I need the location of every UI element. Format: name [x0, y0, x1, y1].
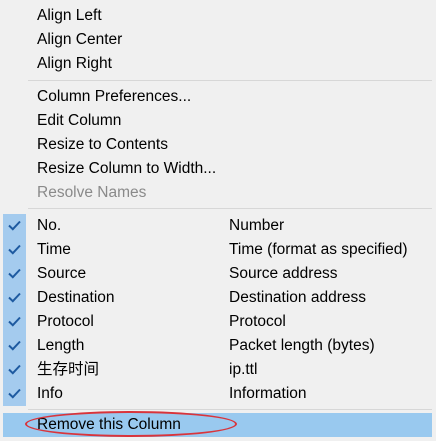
column-description: Destination address [229, 289, 366, 306]
checkmark-icon [3, 286, 26, 310]
column-toggle-info[interactable]: Info Information [0, 382, 432, 406]
column-toggle-ttl[interactable]: 生存时间 ip.ttl [0, 358, 432, 382]
menu-item-label: Edit Column [37, 112, 122, 129]
checkmark-icon [3, 238, 26, 262]
menu-item-resolve-names: Resolve Names [0, 181, 432, 205]
annotation-ring [25, 411, 237, 437]
column-name: 生存时间 [37, 361, 100, 378]
column-name: Protocol [37, 313, 94, 330]
column-context-menu: Align Left Align Center Align Right Colu… [0, 0, 436, 441]
column-toggle-destination[interactable]: Destination Destination address [0, 286, 432, 310]
column-name: Source [37, 265, 87, 282]
column-toggle-length[interactable]: Length Packet length (bytes) [0, 334, 432, 358]
menu-item-resize-column-to-width[interactable]: Resize Column to Width... [0, 157, 432, 181]
column-name: Info [37, 385, 63, 402]
column-name: Destination [37, 289, 115, 306]
menu-item-label: Column Preferences... [37, 88, 192, 105]
column-description: Source address [229, 265, 338, 282]
menu-separator [28, 409, 432, 410]
column-name: Length [37, 337, 85, 354]
checkmark-icon [3, 334, 26, 358]
column-toggle-time[interactable]: Time Time (format as specified) [0, 238, 432, 262]
menu-item-label: Align Left [37, 7, 102, 24]
menu-item-label: Resize to Contents [37, 136, 168, 153]
column-name: Time [37, 241, 71, 258]
menu-item-edit-column[interactable]: Edit Column [0, 109, 432, 133]
menu-item-resize-to-contents[interactable]: Resize to Contents [0, 133, 432, 157]
menu-item-align-right[interactable]: Align Right [0, 52, 432, 76]
checkmark-icon [3, 358, 26, 382]
column-description: Number [229, 217, 285, 234]
column-name: No. [37, 217, 62, 234]
menu-separator [28, 208, 432, 209]
column-toggle-no[interactable]: No. Number [0, 214, 432, 238]
column-toggle-source[interactable]: Source Source address [0, 262, 432, 286]
column-description: Packet length (bytes) [229, 337, 375, 354]
column-toggle-protocol[interactable]: Protocol Protocol [0, 310, 432, 334]
column-description: Protocol [229, 313, 286, 330]
column-description: ip.ttl [229, 361, 258, 378]
checkmark-icon [3, 382, 26, 406]
column-description: Information [229, 385, 307, 402]
menu-item-align-left[interactable]: Align Left [0, 4, 432, 28]
menu-item-label: Resolve Names [37, 184, 147, 201]
checkmark-icon [3, 214, 26, 238]
menu-item-label: Align Right [37, 55, 112, 72]
menu-item-column-preferences[interactable]: Column Preferences... [0, 85, 432, 109]
checkmark-icon [3, 310, 26, 334]
column-description: Time (format as specified) [229, 241, 408, 258]
checkmark-icon [3, 262, 26, 286]
menu-separator [28, 80, 432, 81]
menu-item-label: Align Center [37, 31, 123, 48]
menu-item-align-center[interactable]: Align Center [0, 28, 432, 52]
menu-item-label: Resize Column to Width... [37, 160, 217, 177]
